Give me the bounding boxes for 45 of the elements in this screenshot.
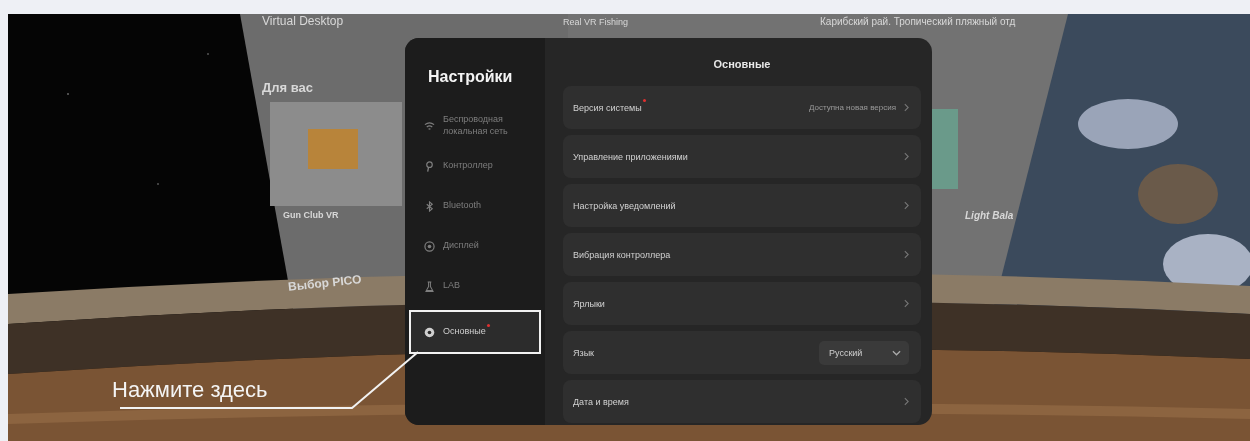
wifi-icon	[424, 120, 435, 132]
sidebar-item[interactable]: Беспроводная локальная сеть	[409, 110, 541, 142]
settings-row[interactable]: Версия системы Доступна новая версия	[563, 86, 921, 129]
row-label: Версия системы	[573, 102, 642, 113]
row-label: Настройка уведомлений	[573, 200, 676, 211]
settings-row[interactable]: Дата и время	[563, 380, 921, 423]
app-title: Карибский рай. Тропический пляжный отд	[820, 16, 1016, 27]
sidebar-item[interactable]: Основные	[409, 310, 541, 354]
gear-icon	[424, 326, 435, 338]
settings-row[interactable]: Управление приложениями	[563, 135, 921, 178]
settings-row[interactable]: Язык Русский	[563, 331, 921, 374]
row-label: Ярлыки	[573, 298, 605, 309]
app-title: Real VR Fishing	[563, 17, 629, 27]
row-label: Дата и время	[573, 396, 629, 407]
row-label: Управление приложениями	[573, 151, 688, 162]
controller-icon	[424, 160, 435, 172]
callout-text: Нажмите здесь	[112, 377, 268, 403]
chevron-right-icon	[904, 299, 909, 308]
chevron-down-icon	[892, 349, 901, 356]
flask-icon	[424, 280, 435, 292]
chevron-right-icon	[904, 201, 909, 210]
page-heading: Основные	[712, 58, 772, 70]
chevron-right-icon	[904, 397, 909, 406]
section-title: Для вас	[262, 80, 313, 95]
display-icon	[424, 240, 435, 252]
app-title: Virtual Desktop	[262, 14, 344, 28]
sidebar-item[interactable]: Bluetooth	[409, 190, 541, 222]
sidebar-item[interactable]: Контроллер	[409, 150, 541, 182]
sidebar-item[interactable]: Дисплей	[409, 230, 541, 262]
settings-title: Настройки	[427, 68, 514, 86]
language-dropdown[interactable]: Русский	[819, 340, 909, 365]
section-title: Выбор PICO	[287, 272, 363, 294]
bluetooth-icon	[424, 200, 435, 212]
row-label: Язык	[573, 347, 595, 358]
settings-row[interactable]: Вибрация контроллера	[563, 233, 921, 276]
chevron-right-icon	[904, 152, 909, 161]
chevron-right-icon	[904, 250, 909, 259]
sidebar-item[interactable]: LAB	[409, 270, 541, 302]
chevron-right-icon	[904, 103, 909, 112]
app-title: Light Bala	[965, 210, 1014, 221]
app-title: Gun Club VR	[283, 210, 339, 220]
row-label: Вибрация контроллера	[573, 249, 671, 260]
settings-row[interactable]: Настройка уведомлений	[563, 184, 921, 227]
row-value: Доступна новая версия	[808, 103, 896, 112]
settings-row[interactable]: Ярлыки	[563, 282, 921, 325]
